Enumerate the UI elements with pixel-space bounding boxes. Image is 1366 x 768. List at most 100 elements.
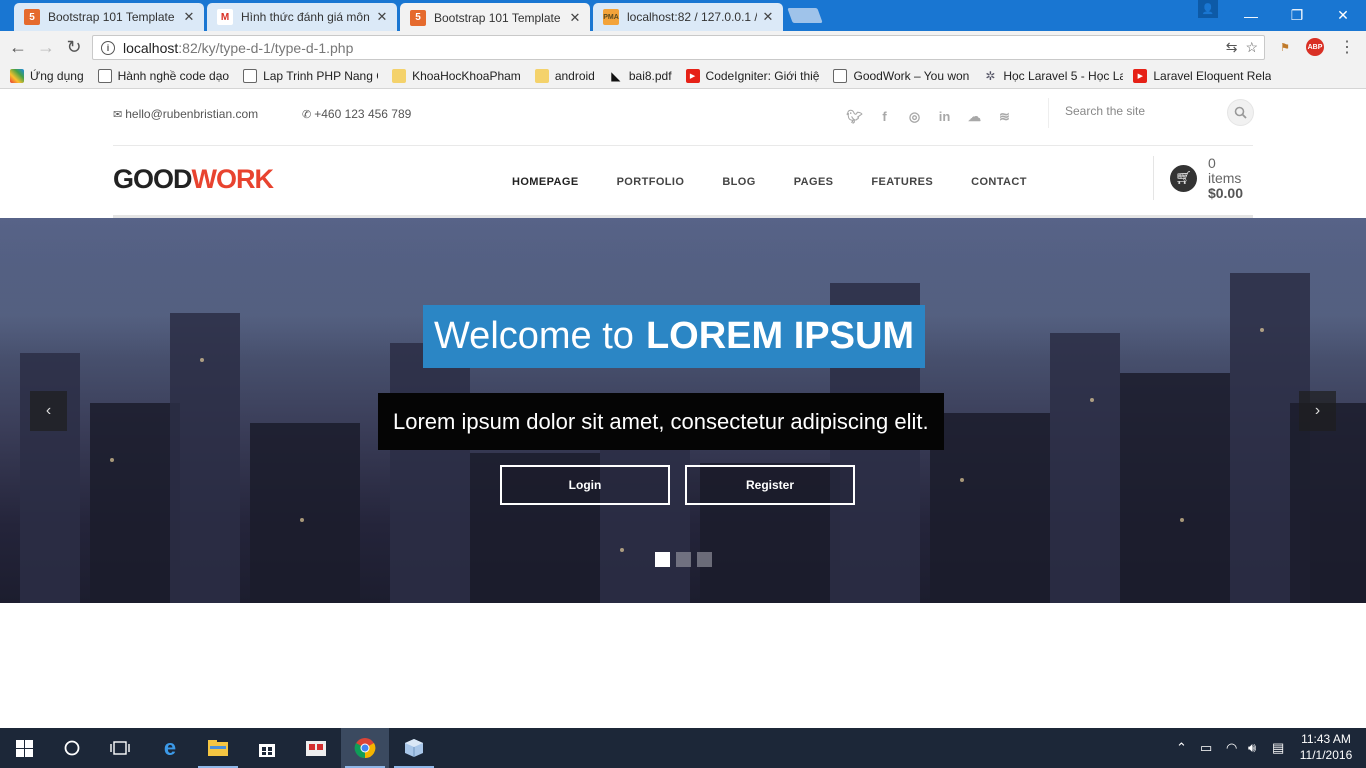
folder-icon (534, 68, 549, 83)
virtualbox-icon[interactable] (390, 728, 438, 768)
new-tab-button[interactable] (787, 8, 823, 23)
tab-title: Bootstrap 101 Template (434, 10, 561, 25)
slider-prev-button[interactable]: ‹ (30, 391, 67, 431)
site-search[interactable]: Search the site (1048, 98, 1254, 128)
bookmark-folder[interactable]: android (534, 68, 595, 83)
slider-next-button[interactable]: › (1299, 391, 1336, 431)
html5-icon: 5 (24, 9, 40, 25)
logo-part-dark: GOOD (113, 164, 193, 194)
menu-dots-icon[interactable]: ⋮ (1338, 38, 1356, 56)
store-icon[interactable] (243, 728, 291, 768)
cart-icon: 🛒︎ (1170, 164, 1197, 192)
bookmark-item[interactable]: ◣ bai8.pdf (609, 68, 672, 83)
bookmark-label: bai8.pdf (628, 68, 672, 83)
site-logo[interactable]: GOODWORK (113, 164, 274, 195)
close-tab-icon[interactable]: ✕ (761, 9, 775, 25)
close-window-icon[interactable]: ✕ (1320, 0, 1366, 31)
clock-time: 11:43 AM (1301, 732, 1351, 746)
html5-icon: 5 (410, 9, 426, 26)
shopping-cart[interactable]: 🛒︎ 0 items $0.00 (1153, 155, 1253, 201)
back-arrow-icon[interactable]: ← (6, 36, 30, 58)
notifications-icon[interactable]: ▤ (1272, 728, 1284, 768)
cloud-icon[interactable]: ☁ (966, 108, 983, 125)
nav-homepage[interactable]: HOMEPAGE (493, 146, 598, 221)
slider-dot[interactable] (655, 552, 670, 567)
profile-icon[interactable]: 👤 (1198, 0, 1218, 18)
info-icon[interactable]: i (101, 40, 115, 55)
tab-gmail[interactable]: M Hình thức đánh giá môn ✕ (207, 3, 397, 31)
slider-dot[interactable] (676, 552, 691, 567)
hero-title-light: Welcome to (434, 315, 634, 357)
windows-start-icon[interactable] (0, 728, 48, 768)
laravel-icon: ✲ (985, 68, 996, 83)
close-tab-icon[interactable]: ✕ (568, 10, 582, 26)
bookmark-label: Học Laravel 5 - Học La (1003, 68, 1124, 83)
reload-icon[interactable]: ↻ (62, 36, 86, 58)
bookmark-item[interactable]: GoodWork – You won (833, 68, 969, 83)
nav-portfolio[interactable]: PORTFOLIO (598, 146, 704, 218)
nav-blog[interactable]: BLOG (703, 146, 774, 218)
nav-pages[interactable]: PAGES (775, 146, 853, 218)
bookmark-item[interactable]: Hành nghề code dạo (97, 68, 229, 83)
show-hidden-icons[interactable]: ⌃ (1176, 728, 1187, 768)
tab-phpmyadmin[interactable]: PMA localhost:82 / 127.0.0.1 / ✕ (593, 3, 783, 31)
clock-date: 11/1/2016 (1299, 748, 1353, 762)
bookmark-item[interactable]: Lap Trinh PHP Nang C (243, 68, 378, 83)
search-circle-icon[interactable] (48, 728, 96, 768)
bookmark-label: Ứng dụng (30, 68, 84, 83)
site-topbar: ✉ hello@rubenbristian.com ✆ +460 123 456… (113, 90, 1254, 146)
search-icon[interactable] (1227, 99, 1254, 126)
bookmark-item[interactable]: ▶ CodeIgniter: Giới thiệ (685, 68, 819, 83)
bookmark-item[interactable]: ▶ Laravel Eloquent Relat (1133, 68, 1272, 83)
cart-total: $0.00 (1207, 184, 1243, 201)
adblock-icon[interactable]: ABP (1306, 38, 1324, 56)
bookmarks-bar: Ứng dụng Hành nghề code dạo Lap Trinh PH… (0, 63, 1366, 89)
slider-dots (655, 552, 712, 567)
translate-icon[interactable]: ⇆ (1226, 39, 1238, 56)
page-icon (243, 68, 258, 83)
bookmark-item[interactable]: ✲ Học Laravel 5 - Học La (983, 69, 1123, 83)
system-clock[interactable]: 11:43 AM 11/1/2016 (1298, 731, 1354, 763)
tab-title: Bootstrap 101 Template (48, 10, 175, 24)
tab-bootstrap-1[interactable]: 5 Bootstrap 101 Template ✕ (14, 3, 204, 31)
bookmark-apps[interactable]: Ứng dụng (10, 68, 84, 83)
task-view-icon[interactable] (96, 728, 144, 768)
app-icon[interactable] (292, 728, 340, 768)
email-text: hello@rubenbristian.com (125, 107, 259, 121)
page-icon (833, 68, 848, 83)
close-tab-icon[interactable]: ✕ (182, 9, 196, 25)
bookmark-folder[interactable]: KhoaHocKhoaPham (392, 68, 521, 83)
windows-taskbar: e ⌃ ▭ ◠ 🔊︎ ▤ 11:43 AM 11/1/2016 (0, 728, 1366, 768)
linkedin-icon[interactable]: in (936, 108, 953, 125)
register-button[interactable]: Register (685, 465, 855, 505)
gmail-icon: M (217, 9, 233, 25)
bookmark-star-icon[interactable]: ☆ (1245, 39, 1258, 56)
network-device-icon[interactable]: ▭ (1200, 728, 1212, 768)
search-input[interactable]: Search the site (1065, 104, 1145, 118)
nav-features[interactable]: FEATURES (852, 146, 952, 218)
file-explorer-icon[interactable] (194, 728, 242, 768)
cart-summary: 0 items $0.00 (1207, 155, 1253, 201)
nav-contact[interactable]: CONTACT (952, 146, 1046, 218)
address-bar[interactable]: i localhost:82/ky/type-d-1/type-d-1.php … (92, 35, 1265, 60)
tab-bootstrap-active[interactable]: 5 Bootstrap 101 Template ✕ (400, 3, 590, 32)
volume-icon[interactable]: 🔊︎ (1248, 728, 1256, 768)
hero-title: Welcome to LOREM IPSUM (423, 305, 926, 368)
slider-dot[interactable] (697, 552, 712, 567)
pdf-icon: ◣ (611, 68, 621, 83)
forward-arrow-icon[interactable]: → (34, 36, 58, 58)
bookmark-label: Laravel Eloquent Relat (1153, 68, 1272, 83)
facebook-icon[interactable]: f (876, 108, 893, 125)
contact-email[interactable]: ✉ hello@rubenbristian.com (113, 107, 258, 121)
twitter-icon[interactable]: 🐦︎ (846, 108, 863, 125)
chrome-icon[interactable] (341, 728, 389, 768)
login-button[interactable]: Login (500, 465, 670, 505)
rss-icon[interactable]: ≋ (996, 108, 1013, 125)
minimize-icon[interactable]: — (1228, 0, 1274, 31)
edge-icon[interactable]: e (146, 728, 194, 768)
dribbble-icon[interactable]: ◎ (906, 108, 923, 125)
wifi-icon[interactable]: ◠ (1226, 728, 1237, 768)
close-tab-icon[interactable]: ✕ (375, 9, 389, 25)
restore-icon[interactable]: ❐ (1274, 0, 1320, 31)
extension-icon[interactable]: ⚑ (1276, 38, 1294, 56)
